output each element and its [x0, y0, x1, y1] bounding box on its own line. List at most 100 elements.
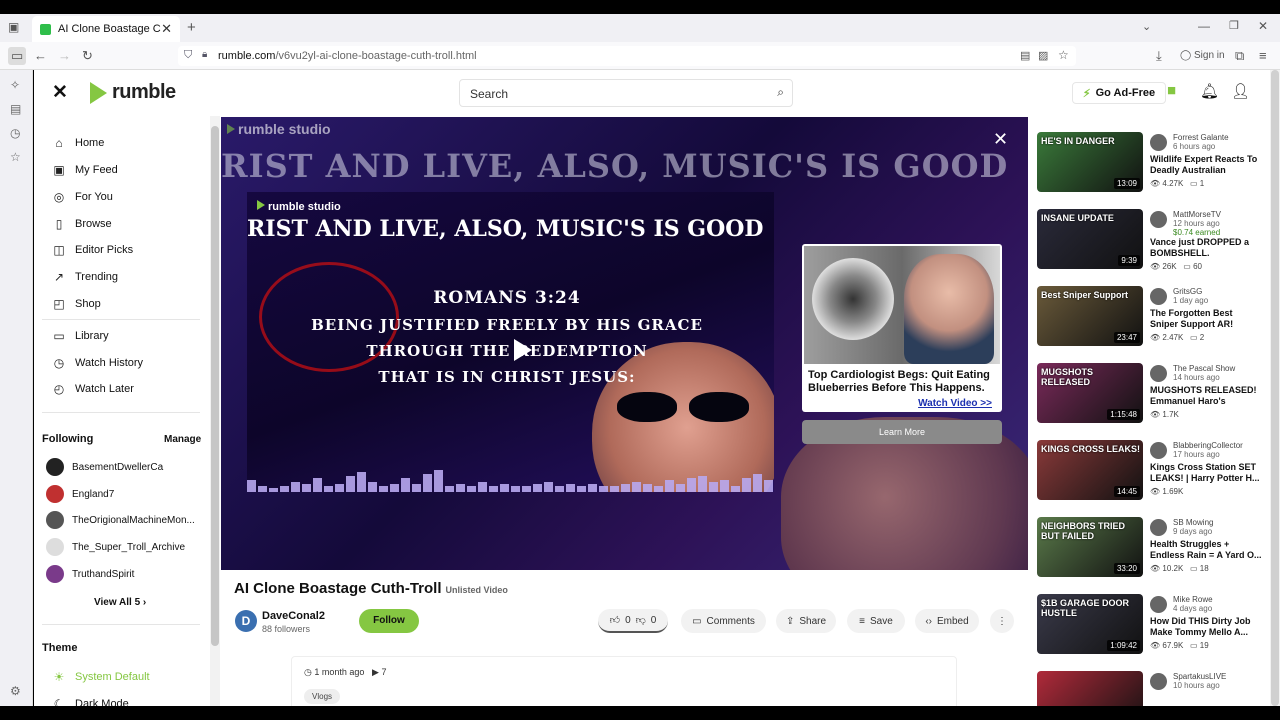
ad-watch-link[interactable]: Watch Video >>	[918, 398, 992, 409]
sign-in-button[interactable]: ◯ Sign in	[1180, 47, 1225, 65]
sidebar-toggle-icon[interactable]: ▭	[8, 47, 27, 65]
related-video-title[interactable]: The Forgotten Best Sniper Support AR!	[1150, 308, 1262, 330]
sidebar-item-editor-picks[interactable]: ◫ Editor Picks	[52, 239, 133, 261]
thumbs-down-icon[interactable]: 👎︎	[636, 614, 646, 626]
related-video-item[interactable]: HE'S IN DANGER 13:09 Forrest Galante 6 hour…	[1035, 132, 1263, 194]
following-item[interactable]: TruthandSpirit	[46, 564, 134, 584]
minimize-icon[interactable]: —	[1198, 19, 1210, 33]
follow-button[interactable]: Follow	[359, 609, 419, 633]
save-button[interactable]: ≡ Save	[847, 609, 905, 633]
video-player[interactable]: rumble studio RIST AND LIVE, ALSO, MUSIC…	[221, 117, 1028, 570]
channel-avatar[interactable]	[1150, 288, 1167, 305]
channel-name[interactable]: GritsGG	[1173, 287, 1202, 296]
close-menu-icon[interactable]: ✕	[52, 81, 68, 104]
related-video-item[interactable]: KINGS CROSS LEAKS! 14:45 BlabberingCollect…	[1035, 440, 1263, 502]
notification-bell-icon[interactable]: 🔔︎	[1200, 82, 1219, 100]
sidebar-item-watch-history[interactable]: ◷ Watch History	[52, 352, 143, 374]
scrollbar-thumb[interactable]	[1271, 70, 1279, 706]
restore-icon[interactable]: ❐	[1229, 19, 1239, 32]
sidebar-scrollbar[interactable]	[210, 116, 220, 706]
sidebar-item-for-you[interactable]: ◎ For You	[52, 186, 113, 208]
related-video-item[interactable]: Best Sniper Support 23:47 GritsGG 1 day ago…	[1035, 286, 1263, 348]
more-options-icon[interactable]: ⋮	[990, 609, 1014, 633]
related-video-title[interactable]: Kings Cross Station SET LEAKS! | Harry P…	[1150, 462, 1262, 484]
video-thumbnail[interactable]: MUGSHOTS RELEASED 1:15:48	[1037, 363, 1143, 423]
shield-icon[interactable]: ⛉	[184, 49, 192, 62]
reload-icon[interactable]: ↻	[82, 47, 93, 65]
channel-avatar[interactable]	[1150, 365, 1167, 382]
share-button[interactable]: ⇪ Share	[776, 609, 836, 633]
channel-avatar[interactable]	[1150, 211, 1167, 228]
learn-more-button[interactable]: Learn More	[802, 420, 1002, 444]
related-video-title[interactable]: Health Struggles + Endless Rain = A Yard…	[1150, 539, 1262, 561]
bookmarks-icon[interactable]: ☆	[10, 150, 21, 164]
url-bar[interactable]: ⛉ 🔒︎ rumble.com/v6vu2yl-ai-clone-boastag…	[178, 46, 1076, 66]
channel-avatar[interactable]	[1150, 134, 1167, 151]
channel-name[interactable]: SB Mowing	[1173, 518, 1213, 527]
video-thumbnail[interactable]: KINGS CROSS LEAKS! 14:45	[1037, 440, 1143, 500]
view-all-link[interactable]: View All 5 ›	[94, 597, 146, 608]
channel-name[interactable]: Forrest Galante	[1173, 133, 1229, 142]
reader-view-icon[interactable]: ▤	[1020, 49, 1030, 62]
following-item[interactable]: TheOrigionalMachineMon...	[46, 510, 195, 530]
related-video-item[interactable]: MUGSHOTS RELEASED 1:15:48 The Pascal Show 1…	[1035, 363, 1263, 425]
chevron-down-icon[interactable]: ⌄	[1142, 20, 1151, 33]
ai-sparkle-icon[interactable]: ✧	[10, 78, 20, 92]
window-close-icon[interactable]: ✕	[1258, 19, 1268, 33]
upload-video-icon[interactable]: ■	[1167, 82, 1176, 99]
search-icon[interactable]: ⌕	[777, 85, 784, 100]
scrollbar-thumb[interactable]	[211, 126, 219, 646]
close-ad-icon[interactable]: ✕	[993, 129, 1008, 150]
channel-name[interactable]: SpartakusLIVE	[1173, 672, 1226, 681]
comments-button[interactable]: ▭ Comments	[681, 609, 766, 633]
download-icon[interactable]: ⤓	[1156, 47, 1162, 65]
extensions-icon[interactable]: ⧉	[1235, 47, 1244, 65]
sidebar-item-watch-later[interactable]: ◴ Watch Later	[52, 378, 134, 400]
embed-button[interactable]: ‹› Embed	[915, 609, 979, 633]
channel-name[interactable]: BlabberingCollector	[1173, 441, 1243, 450]
channel-name[interactable]: DaveConal2	[262, 610, 325, 622]
sidebar-item-browse[interactable]: ▯ Browse	[52, 213, 112, 235]
channel-avatar[interactable]	[1150, 673, 1167, 690]
theme-dark-mode[interactable]: ☾ Dark Mode	[52, 693, 129, 706]
video-thumbnail[interactable]	[1037, 671, 1143, 706]
channel-avatar[interactable]	[1150, 596, 1167, 613]
menu-icon[interactable]: ≡	[1259, 47, 1267, 65]
picture-icon[interactable]: ▨	[1038, 49, 1048, 62]
related-video-item[interactable]: INSANE UPDATE 9:39 MattMorseTV 12 hours ago…	[1035, 209, 1263, 271]
video-thumbnail[interactable]: HE'S IN DANGER 13:09	[1037, 132, 1143, 192]
video-thumbnail[interactable]: NEIGHBORS TRIED BUT FAILED 33:20	[1037, 517, 1143, 577]
user-profile-icon[interactable]: 👤︎	[1231, 82, 1250, 100]
close-tab-icon[interactable]: ✕	[161, 21, 172, 37]
thumbs-up-icon[interactable]: 👍︎	[610, 614, 620, 626]
related-video-title[interactable]: Wildlife Expert Reacts To Deadly Austral…	[1150, 154, 1262, 176]
go-ad-free-button[interactable]: ⚡︎ Go Ad-Free	[1072, 82, 1166, 104]
channel-name[interactable]: MattMorseTV	[1173, 210, 1221, 219]
video-thumbnail[interactable]: INSANE UPDATE 9:39	[1037, 209, 1143, 269]
bookmark-star-icon[interactable]: ☆	[1058, 48, 1069, 62]
lock-icon[interactable]: 🔒︎	[202, 49, 207, 60]
related-video-item[interactable]: NEIGHBORS TRIED BUT FAILED 33:20 SB Mowing…	[1035, 517, 1263, 579]
sidebar-item-library[interactable]: ▭ Library	[52, 325, 108, 347]
sidebar-item-shop[interactable]: ◰ Shop	[52, 293, 100, 315]
browser-tab[interactable]: AI Clone Boastage Cuth-Troll ✕	[32, 16, 180, 42]
related-video-title[interactable]: Vance just DROPPED a BOMBSHELL.	[1150, 237, 1262, 259]
following-item[interactable]: BasementDwellerCa	[46, 457, 163, 477]
related-video-title[interactable]: MUGSHOTS RELEASED! Emmanuel Haro's Paren…	[1150, 385, 1262, 407]
tab-list-icon[interactable]: ▣	[8, 20, 19, 34]
channel-avatar[interactable]	[1150, 442, 1167, 459]
following-item[interactable]: The_Super_Troll_Archive	[46, 537, 185, 557]
theme-system-default[interactable]: ☀ System Default	[52, 666, 150, 688]
ad-card[interactable]: Top Cardiologist Begs: Quit Eating Blueb…	[802, 244, 1002, 412]
video-thumbnail[interactable]: $1B GARAGE DOOR HUSTLE 1:09:42	[1037, 594, 1143, 654]
video-thumbnail[interactable]: Best Sniper Support 23:47	[1037, 286, 1143, 346]
new-tab-icon[interactable]: +	[187, 19, 196, 36]
related-video-item[interactable]: $1B GARAGE DOOR HUSTLE 1:09:42 Mike Rowe 4 …	[1035, 594, 1263, 656]
settings-gear-icon[interactable]: ⚙	[10, 684, 21, 698]
channel-name[interactable]: Mike Rowe	[1173, 595, 1213, 604]
following-item[interactable]: England7	[46, 484, 114, 504]
category-tag[interactable]: Vlogs	[304, 689, 341, 704]
sidebar-item-trending[interactable]: ↗ Trending	[52, 266, 118, 288]
back-icon[interactable]: ←	[34, 47, 47, 65]
synced-tabs-icon[interactable]: ▤	[10, 102, 21, 116]
